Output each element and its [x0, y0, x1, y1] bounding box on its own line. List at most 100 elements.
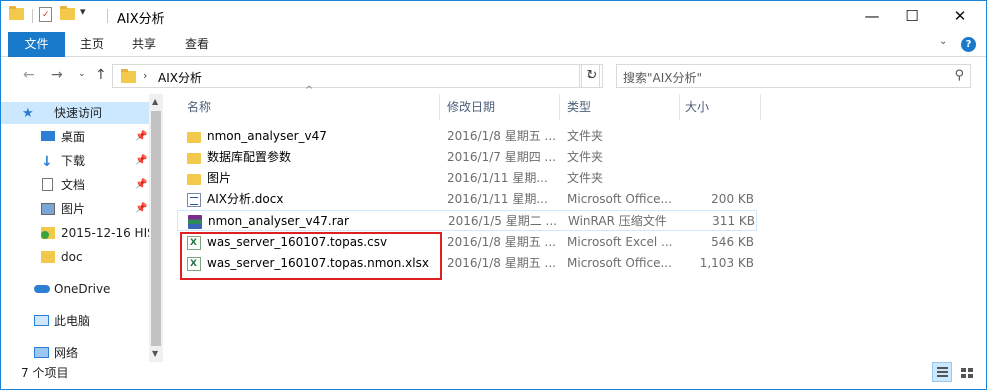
- column-divider[interactable]: [760, 94, 761, 120]
- column-header-type[interactable]: 类型: [567, 94, 591, 120]
- column-header-date[interactable]: 修改日期: [447, 94, 495, 120]
- column-divider[interactable]: [439, 94, 440, 120]
- breadcrumb-current[interactable]: AIX分析: [158, 69, 202, 86]
- file-name: 图片: [207, 171, 232, 185]
- file-date: 2016/1/8 星期五 ...: [447, 129, 556, 143]
- nav-item-pictures[interactable]: 图片 📌: [1, 198, 149, 220]
- nav-label: 网络: [54, 346, 79, 360]
- nav-item-desktop[interactable]: 桌面 📌: [1, 126, 149, 148]
- nav-item-downloads[interactable]: ↓ 下载 📌: [1, 150, 149, 172]
- nav-label: 下载: [61, 154, 86, 168]
- toolbar-divider: [107, 9, 108, 23]
- nav-item-doc[interactable]: doc: [1, 246, 149, 268]
- search-icon: ⚲: [954, 68, 964, 83]
- refresh-icon[interactable]: ↻: [581, 64, 603, 88]
- nav-onedrive[interactable]: OneDrive: [1, 278, 149, 300]
- file-name: nmon_analyser_v47.rar: [208, 214, 349, 228]
- folder-icon: [41, 251, 55, 263]
- scroll-up-icon[interactable]: ▲: [152, 97, 158, 106]
- word-document-icon: [187, 193, 201, 207]
- nav-this-pc[interactable]: 此电脑: [1, 310, 149, 332]
- pin-icon[interactable]: 📌: [135, 150, 147, 172]
- item-count: 7 个项目: [21, 366, 69, 380]
- file-name: AIX分析.docx: [207, 192, 284, 206]
- nav-label: 2015-12-16 HIS: [61, 226, 149, 240]
- address-bar[interactable]: › AIX分析: [112, 64, 580, 88]
- file-type: 文件夹: [567, 150, 604, 164]
- nav-network[interactable]: 网络: [1, 342, 149, 362]
- expand-ribbon-icon[interactable]: ⌄: [939, 36, 947, 47]
- folder-icon: [121, 69, 136, 83]
- new-folder-icon[interactable]: [60, 6, 75, 24]
- ribbon-tabs: 文件 主页 共享 查看 ⌄ ?: [1, 32, 986, 57]
- navigation-bar: ← → ⌄ ↑ › AIX分析 ⌄ ↻ 搜索"AIX分析" ⚲: [1, 58, 986, 94]
- winrar-archive-icon: [188, 215, 202, 229]
- computer-icon: [34, 315, 49, 326]
- customize-dropdown-icon[interactable]: ▾: [80, 5, 86, 21]
- nav-label: doc: [61, 250, 83, 264]
- file-size: 546 KB: [711, 235, 754, 249]
- recent-locations-chevron-icon[interactable]: ⌄: [78, 69, 86, 79]
- file-row[interactable]: 图片 2016/1/11 星期... 文件夹: [177, 168, 757, 189]
- file-row[interactable]: AIX分析.docx 2016/1/11 星期... Microsoft Off…: [177, 189, 757, 210]
- star-icon: ★: [22, 106, 34, 121]
- toolbar-divider: [32, 9, 33, 23]
- properties-icon[interactable]: ✓: [39, 7, 52, 22]
- back-arrow-icon[interactable]: ←: [23, 67, 35, 83]
- close-button[interactable]: ✕: [937, 1, 983, 32]
- column-divider[interactable]: [679, 94, 680, 120]
- nav-scrollbar[interactable]: ▲ ▼: [149, 94, 163, 362]
- tab-file[interactable]: 文件: [8, 32, 65, 57]
- download-icon: ↓: [41, 154, 53, 170]
- nav-label: 此电脑: [54, 314, 91, 328]
- nav-label: 文档: [61, 178, 86, 192]
- breadcrumb-separator: ›: [143, 69, 148, 82]
- folder-icon: [187, 153, 201, 164]
- pin-icon[interactable]: 📌: [135, 198, 147, 220]
- file-row[interactable]: nmon_analyser_v47 2016/1/8 星期五 ... 文件夹: [177, 126, 757, 147]
- file-size: 311 KB: [712, 214, 755, 228]
- up-arrow-icon[interactable]: ↑: [95, 67, 107, 83]
- file-date: 2016/1/8 星期五 ...: [447, 235, 556, 249]
- tab-share[interactable]: 共享: [132, 32, 156, 57]
- file-type: WinRAR 压缩文件: [568, 214, 667, 228]
- pictures-icon: [41, 203, 55, 215]
- file-date: 2016/1/5 星期二 ...: [448, 214, 557, 228]
- nav-quick-access[interactable]: ★ 快速访问: [1, 102, 149, 124]
- file-row[interactable]: nmon_analyser_v47.rar 2016/1/5 星期二 ... W…: [177, 210, 757, 231]
- nav-label: 图片: [61, 202, 86, 216]
- help-icon[interactable]: ?: [961, 37, 976, 52]
- cloud-icon: [34, 285, 50, 293]
- search-placeholder: 搜索"AIX分析": [623, 71, 703, 85]
- file-size: 200 KB: [711, 192, 754, 206]
- folder-icon: [187, 174, 201, 185]
- maximize-button[interactable]: ☐: [889, 1, 935, 32]
- scrollbar-thumb[interactable]: [151, 111, 161, 346]
- file-row[interactable]: 数据库配置参数 2016/1/7 星期四 ... 文件夹: [177, 147, 757, 168]
- file-name: nmon_analyser_v47: [207, 129, 327, 143]
- file-name: 数据库配置参数: [207, 150, 292, 164]
- pin-icon[interactable]: 📌: [135, 126, 147, 148]
- scroll-down-icon[interactable]: ▼: [152, 349, 158, 358]
- title-bar: ✓ ▾ AIX分析 — ☐ ✕: [1, 1, 986, 32]
- file-size: 1,103 KB: [699, 256, 754, 270]
- file-type: 文件夹: [567, 129, 604, 143]
- column-header-size[interactable]: 大小: [685, 94, 709, 120]
- pin-icon[interactable]: 📌: [135, 174, 147, 196]
- details-view-button[interactable]: [932, 362, 952, 382]
- file-type: Microsoft Office...: [567, 192, 672, 206]
- tab-home[interactable]: 主页: [80, 32, 104, 57]
- column-divider[interactable]: [559, 94, 560, 120]
- nav-label: 桌面: [61, 130, 86, 144]
- forward-arrow-icon[interactable]: →: [51, 67, 63, 83]
- nav-item-documents[interactable]: 文档 📌: [1, 174, 149, 196]
- nav-item-his[interactable]: 2015-12-16 HIS: [1, 222, 149, 244]
- explorer-window: ✓ ▾ AIX分析 — ☐ ✕ 文件 主页 共享 查看 ⌄ ? ← → ⌄ ↑ …: [0, 0, 987, 390]
- tab-view[interactable]: 查看: [185, 32, 209, 57]
- large-icons-view-button[interactable]: [956, 362, 976, 382]
- folder-icon: [9, 6, 24, 24]
- column-header-name[interactable]: 名称: [187, 94, 211, 120]
- highlight-annotation-box: [180, 232, 442, 280]
- search-input[interactable]: 搜索"AIX分析" ⚲: [616, 64, 971, 88]
- document-icon: [42, 178, 53, 191]
